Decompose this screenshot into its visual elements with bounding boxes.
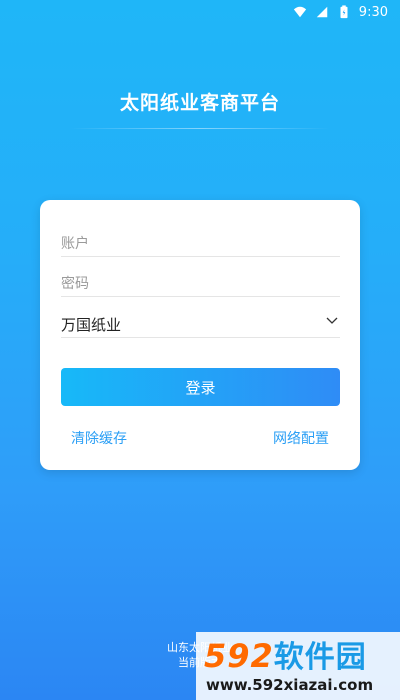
wifi-icon <box>293 6 306 18</box>
watermark-brand: 软件园 <box>273 640 367 675</box>
company-select[interactable]: 万国纸业 <box>61 311 340 338</box>
status-bar: 9:30 <box>0 0 400 24</box>
watermark-number: 592 <box>204 637 274 675</box>
clear-cache-link[interactable]: 清除缓存 <box>71 428 127 448</box>
watermark: 592软件园 www.592xiazai.com <box>196 632 400 700</box>
login-card: 账户 密码 万国纸业 登录 清除缓存 网络配置 <box>40 200 360 470</box>
network-config-link[interactable]: 网络配置 <box>273 428 329 448</box>
page-title: 太阳纸业客商平台 <box>119 92 280 114</box>
login-button[interactable]: 登录 <box>61 368 340 406</box>
watermark-url: www.592xiazai.com <box>206 676 374 694</box>
account-field[interactable]: 账户 <box>61 230 340 257</box>
signal-icon <box>316 6 328 18</box>
watermark-logo: 592软件园 <box>204 632 367 676</box>
title-divider <box>70 128 330 129</box>
battery-icon <box>340 5 348 19</box>
chevron-down-icon <box>326 317 338 324</box>
password-placeholder: 密码 <box>61 276 89 292</box>
password-field[interactable]: 密码 <box>61 270 340 297</box>
status-time: 9:30 <box>358 4 388 20</box>
account-placeholder: 账户 <box>61 236 89 252</box>
company-selected-value: 万国纸业 <box>61 315 122 334</box>
